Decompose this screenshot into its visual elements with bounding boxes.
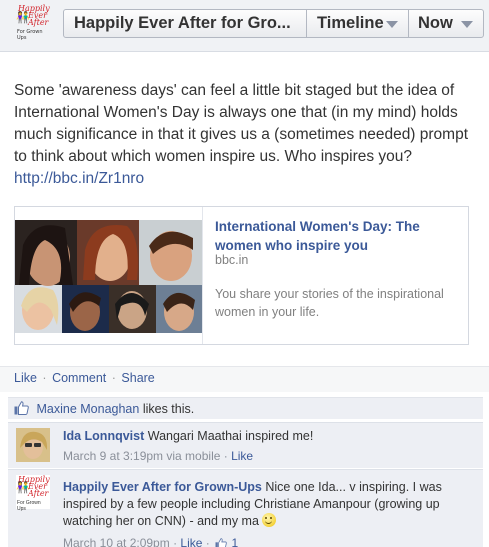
comment-meta: March 9 at 3:19pm via mobile · Like <box>63 449 253 463</box>
link-preview-card[interactable]: International Women's Day: The women who… <box>14 206 469 345</box>
chevron-down-icon <box>461 21 473 28</box>
logo-text-line-3: After <box>28 489 49 498</box>
comment-text-block: Happily Ever After for Grown-Ups Nice on… <box>63 479 478 530</box>
separator: · <box>173 536 178 547</box>
logo-text-line-5: Ups <box>17 506 26 512</box>
page-name-selector[interactable]: Happily Ever After for Gro... <box>63 9 307 38</box>
comment-item: Happily 👫 Ever After For Grown Ups Happi… <box>8 469 483 547</box>
post-link[interactable]: http://bbc.in/Zr1nro <box>14 170 144 187</box>
comment-timestamp[interactable]: March 10 at 2:09pm <box>63 536 170 547</box>
avatar[interactable]: Happily 👫 Ever After For Grown Ups <box>16 475 50 512</box>
comment-text-block: Ida Lonnqvist Wangari Maathai inspired m… <box>63 428 478 445</box>
liker-name-link[interactable]: Maxine Monaghan <box>36 402 139 416</box>
post-actions-bar: Like · Comment · Share <box>0 366 489 392</box>
comment-author-link[interactable]: Ida Lonnqvist <box>63 429 144 443</box>
separator: · <box>205 536 210 547</box>
card-divider <box>202 207 203 344</box>
comment-like-count[interactable]: 1 <box>231 536 238 547</box>
now-dropdown[interactable]: Now <box>408 9 484 38</box>
comment-author-link[interactable]: Happily Ever After for Grown-Ups <box>63 480 262 494</box>
comment-timestamp[interactable]: March 9 at 3:19pm via mobile <box>63 449 220 463</box>
page-logo[interactable]: Happily 👫 Ever After For Grown Ups <box>16 4 50 44</box>
now-label: Now <box>418 14 453 32</box>
link-preview-image[interactable] <box>15 220 203 333</box>
comment-text: Wangari Maathai inspired me! <box>147 429 314 443</box>
comment-like-button[interactable]: Like <box>231 449 253 463</box>
chevron-down-icon <box>386 21 398 28</box>
top-bar: Happily 👫 Ever After For Grown Ups Happi… <box>0 0 489 52</box>
women-collage-image <box>15 220 203 333</box>
comment-meta: March 10 at 2:09pm · Like · 1 <box>63 536 238 547</box>
page-logo-small: Happily 👫 Ever After For Grown Ups <box>16 475 50 515</box>
thumbs-up-icon <box>215 538 227 547</box>
like-button[interactable]: Like <box>14 371 37 385</box>
post-body-text: Some 'awareness days' can feel a little … <box>14 82 469 165</box>
comment-button[interactable]: Comment <box>52 371 106 385</box>
timeline-dropdown[interactable]: Timeline <box>306 9 409 38</box>
likes-suffix: likes this. <box>142 402 195 416</box>
share-button[interactable]: Share <box>121 371 154 385</box>
comment-item: Ida Lonnqvist Wangari Maathai inspired m… <box>8 422 483 468</box>
card-domain: bbc.in <box>215 253 249 267</box>
card-title-link[interactable]: International Women's Day: The women who… <box>215 217 465 255</box>
card-description: You share your stories of the inspiratio… <box>215 287 444 319</box>
separator: · <box>42 371 47 385</box>
timeline-label: Timeline <box>317 14 384 32</box>
logo-text-line-3: After <box>28 18 49 27</box>
page-name-label: Happily Ever After for Gro... <box>74 14 291 32</box>
smiley-icon <box>262 513 277 527</box>
thumbs-up-icon <box>14 401 29 415</box>
logo-text-line-5: Ups <box>17 35 27 41</box>
separator: · <box>111 371 116 385</box>
likes-summary: Maxine Monaghan likes this. <box>8 397 483 419</box>
post-message: Some 'awareness days' can feel a little … <box>14 80 479 190</box>
avatar[interactable] <box>16 428 50 462</box>
separator: · <box>223 449 228 463</box>
comment-like-button[interactable]: Like <box>180 536 202 547</box>
